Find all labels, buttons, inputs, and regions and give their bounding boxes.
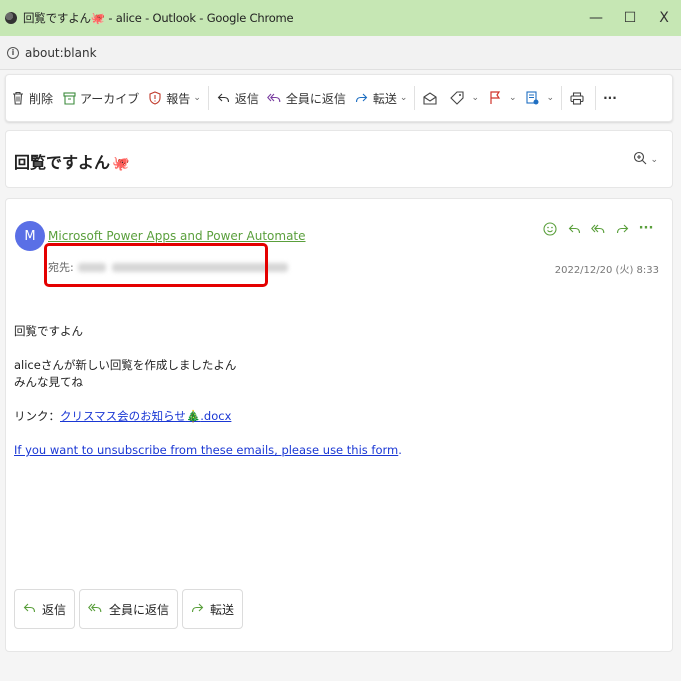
- archive-icon: [61, 91, 77, 105]
- print-button[interactable]: [565, 83, 592, 113]
- document-link[interactable]: クリスマス会のお知らせ🎄.docx: [60, 409, 231, 423]
- printer-icon: [569, 91, 585, 105]
- info-icon[interactable]: i: [7, 46, 19, 59]
- forward-icon: [354, 92, 370, 104]
- message-actions: ···: [538, 221, 658, 236]
- chevron-down-icon[interactable]: ⌄: [471, 93, 479, 103]
- forward-label: 転送: [210, 602, 235, 617]
- more-icon[interactable]: ···: [634, 221, 658, 236]
- reply-icon: [216, 92, 232, 104]
- delete-button[interactable]: 削除: [6, 83, 57, 113]
- christmas-tree-emoji: 🎄: [185, 409, 201, 423]
- flag-icon: [487, 91, 503, 105]
- window-controls: — ☐ X: [579, 0, 681, 36]
- unsubscribe-link[interactable]: If you want to unsubscribe from these em…: [14, 443, 398, 457]
- maximize-button[interactable]: ☐: [613, 0, 647, 36]
- toolbar-divider: [595, 86, 597, 110]
- reply-button[interactable]: 返信: [212, 83, 263, 113]
- forward-button[interactable]: 転送 ⌄: [350, 83, 412, 113]
- reply-all-button[interactable]: 全員に返信: [263, 83, 350, 113]
- report-label: 報告: [166, 91, 191, 106]
- trash-icon: [10, 91, 26, 105]
- rules-button[interactable]: ⌄: [521, 83, 559, 113]
- archive-label: アーカイブ: [80, 91, 140, 106]
- delete-label: 削除: [29, 91, 54, 106]
- reply-label: 返信: [234, 91, 259, 106]
- address-bar[interactable]: i about:blank: [0, 36, 681, 70]
- reply-all-button[interactable]: 全員に返信: [79, 589, 179, 629]
- chevron-down-icon[interactable]: ⌄: [193, 93, 201, 103]
- flag-button[interactable]: ⌄: [483, 83, 521, 113]
- window-title: 回覧ですよん🐙 - alice - Outlook - Google Chrom…: [23, 11, 294, 25]
- chevron-down-icon[interactable]: ⌄: [650, 155, 658, 165]
- body-line: みんな見てね: [14, 375, 83, 389]
- close-button[interactable]: X: [647, 0, 681, 36]
- body-line: aliceさんが新しい回覧を作成しましたよん: [14, 358, 237, 372]
- report-button[interactable]: 報告 ⌄: [143, 83, 205, 113]
- more-icon: ···: [603, 91, 617, 105]
- chevron-down-icon[interactable]: ⌄: [509, 93, 517, 103]
- unsubscribe-line: If you want to unsubscribe from these em…: [14, 442, 654, 459]
- reply-all-icon[interactable]: [586, 223, 610, 235]
- document-link-text: クリスマス会のお知らせ: [60, 409, 186, 423]
- subject-text: 回覧ですよん: [14, 153, 111, 172]
- octopus-emoji: 🐙: [112, 156, 130, 172]
- window-titlebar: 回覧ですよん🐙 - alice - Outlook - Google Chrom…: [0, 0, 681, 36]
- message-toolbar: 削除 アーカイブ 報告 ⌄ 返信 全員に返信 転送 ⌄ ⌄ ⌄ ⌄ ···: [5, 74, 673, 122]
- emoji-reaction-button[interactable]: [538, 221, 562, 236]
- reading-pane: 削除 アーカイブ 報告 ⌄ 返信 全員に返信 転送 ⌄ ⌄ ⌄ ⌄ ··· 回覧…: [0, 70, 681, 681]
- zoom-button[interactable]: ⌄: [633, 151, 658, 168]
- chevron-down-icon[interactable]: ⌄: [547, 93, 555, 103]
- reply-label: 返信: [42, 602, 67, 617]
- forward-button[interactable]: 転送: [182, 589, 244, 629]
- body-line: 回覧ですよん: [14, 324, 83, 338]
- shield-icon: [147, 91, 163, 105]
- reply-icon[interactable]: [562, 223, 586, 235]
- envelope-open-icon: [422, 91, 438, 105]
- more-actions-button[interactable]: ···: [599, 83, 621, 113]
- forward-icon[interactable]: [610, 223, 634, 235]
- reply-icon: [23, 602, 36, 617]
- message-timestamp: 2022/12/20 (火) 8:33: [554, 265, 659, 276]
- link-prefix: リンク：: [14, 409, 60, 423]
- tag-icon: [449, 91, 465, 105]
- mark-unread-button[interactable]: [418, 83, 445, 113]
- reply-button[interactable]: 返信: [14, 589, 76, 629]
- rules-icon: [525, 91, 541, 105]
- document-link-ext: .docx: [200, 409, 232, 423]
- zoom-icon: [633, 151, 647, 168]
- toolbar-divider: [207, 86, 209, 110]
- message-body: 回覧ですよん aliceさんが新しい回覧を作成しましたよん みんな見てね リンク…: [14, 323, 654, 459]
- quick-actions: 返信 全員に返信 転送: [14, 589, 247, 629]
- archive-button[interactable]: アーカイブ: [57, 83, 143, 113]
- categorize-button[interactable]: ⌄: [445, 83, 483, 113]
- chrome-icon: [5, 12, 17, 24]
- reply-all-label: 全員に返信: [109, 602, 170, 617]
- unsubscribe-period: .: [398, 443, 402, 457]
- minimize-button[interactable]: —: [579, 0, 613, 36]
- attachment-link-line: リンク：クリスマス会のお知らせ🎄.docx: [14, 408, 654, 425]
- message-card: M Microsoft Power Apps and Power Automat…: [5, 198, 673, 652]
- highlight-annotation: [44, 243, 268, 287]
- avatar[interactable]: M: [15, 221, 45, 251]
- url-text[interactable]: about:blank: [25, 46, 97, 60]
- sender-name[interactable]: Microsoft Power Apps and Power Automate: [48, 229, 306, 243]
- subject-title: 回覧ですよん 🐙: [14, 149, 129, 173]
- forward-label: 転送: [372, 91, 397, 106]
- reply-all-icon: [267, 92, 283, 104]
- chevron-down-icon[interactable]: ⌄: [400, 93, 408, 103]
- subject-header: 回覧ですよん 🐙 ⌄: [5, 130, 673, 188]
- toolbar-divider: [414, 86, 416, 110]
- reply-all-icon: [88, 602, 103, 617]
- forward-icon: [191, 602, 204, 617]
- reply-all-label: 全員に返信: [285, 91, 346, 106]
- toolbar-divider: [561, 86, 563, 110]
